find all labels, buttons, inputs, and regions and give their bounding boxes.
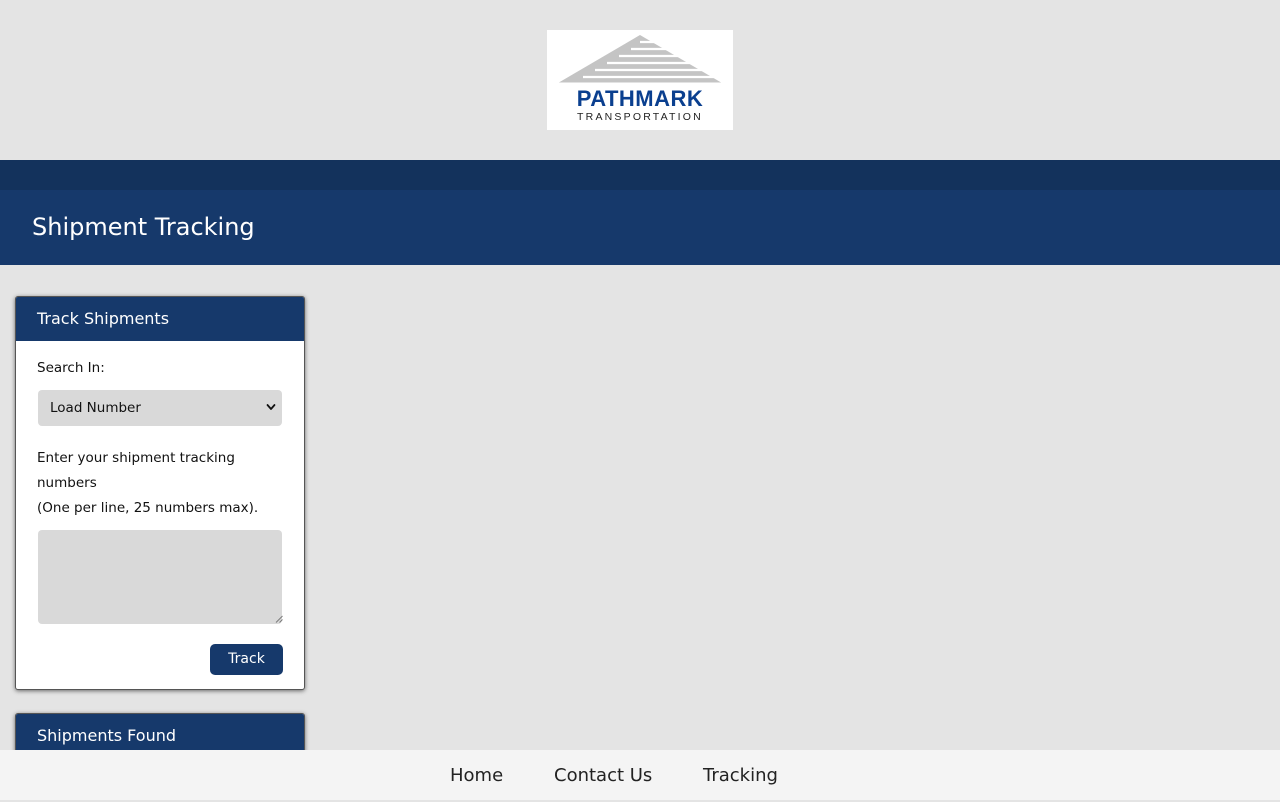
instruction-line: (One per line, 25 numbers max). bbox=[37, 500, 259, 516]
footer-link-home[interactable]: Home bbox=[450, 750, 503, 802]
page-title: Shipment Tracking bbox=[32, 213, 255, 241]
search-in-select[interactable]: Load Number bbox=[38, 390, 282, 426]
header-logo-area: PATHMARK TRANSPORTATION bbox=[0, 0, 1280, 160]
top-nav-bar bbox=[0, 160, 1280, 190]
chevron-down-icon bbox=[266, 404, 276, 410]
search-in-label: Search In: bbox=[37, 360, 105, 376]
track-button[interactable]: Track bbox=[210, 644, 283, 675]
logo-name: PATHMARK bbox=[576, 86, 704, 111]
footer-link-tracking[interactable]: Tracking bbox=[703, 750, 778, 802]
search-in-selected-value: Load Number bbox=[50, 400, 141, 416]
track-shipments-panel: Track Shipments Search In: Load Number E… bbox=[15, 296, 305, 690]
tracking-numbers-textarea[interactable] bbox=[38, 530, 282, 624]
footer-nav: Home Contact Us Tracking bbox=[0, 750, 1280, 800]
logo-subtitle: TRANSPORTATION bbox=[577, 111, 703, 123]
instruction-line: Enter your shipment tracking bbox=[37, 450, 235, 466]
resize-grip-icon[interactable] bbox=[275, 615, 283, 623]
tracking-instructions: Enter your shipment tracking numbers (On… bbox=[37, 446, 258, 521]
instruction-line: numbers bbox=[37, 475, 97, 491]
pathmark-logo[interactable]: PATHMARK TRANSPORTATION bbox=[547, 30, 733, 130]
footer-link-contact-us[interactable]: Contact Us bbox=[554, 750, 652, 802]
track-shipments-panel-title: Track Shipments bbox=[16, 297, 304, 341]
